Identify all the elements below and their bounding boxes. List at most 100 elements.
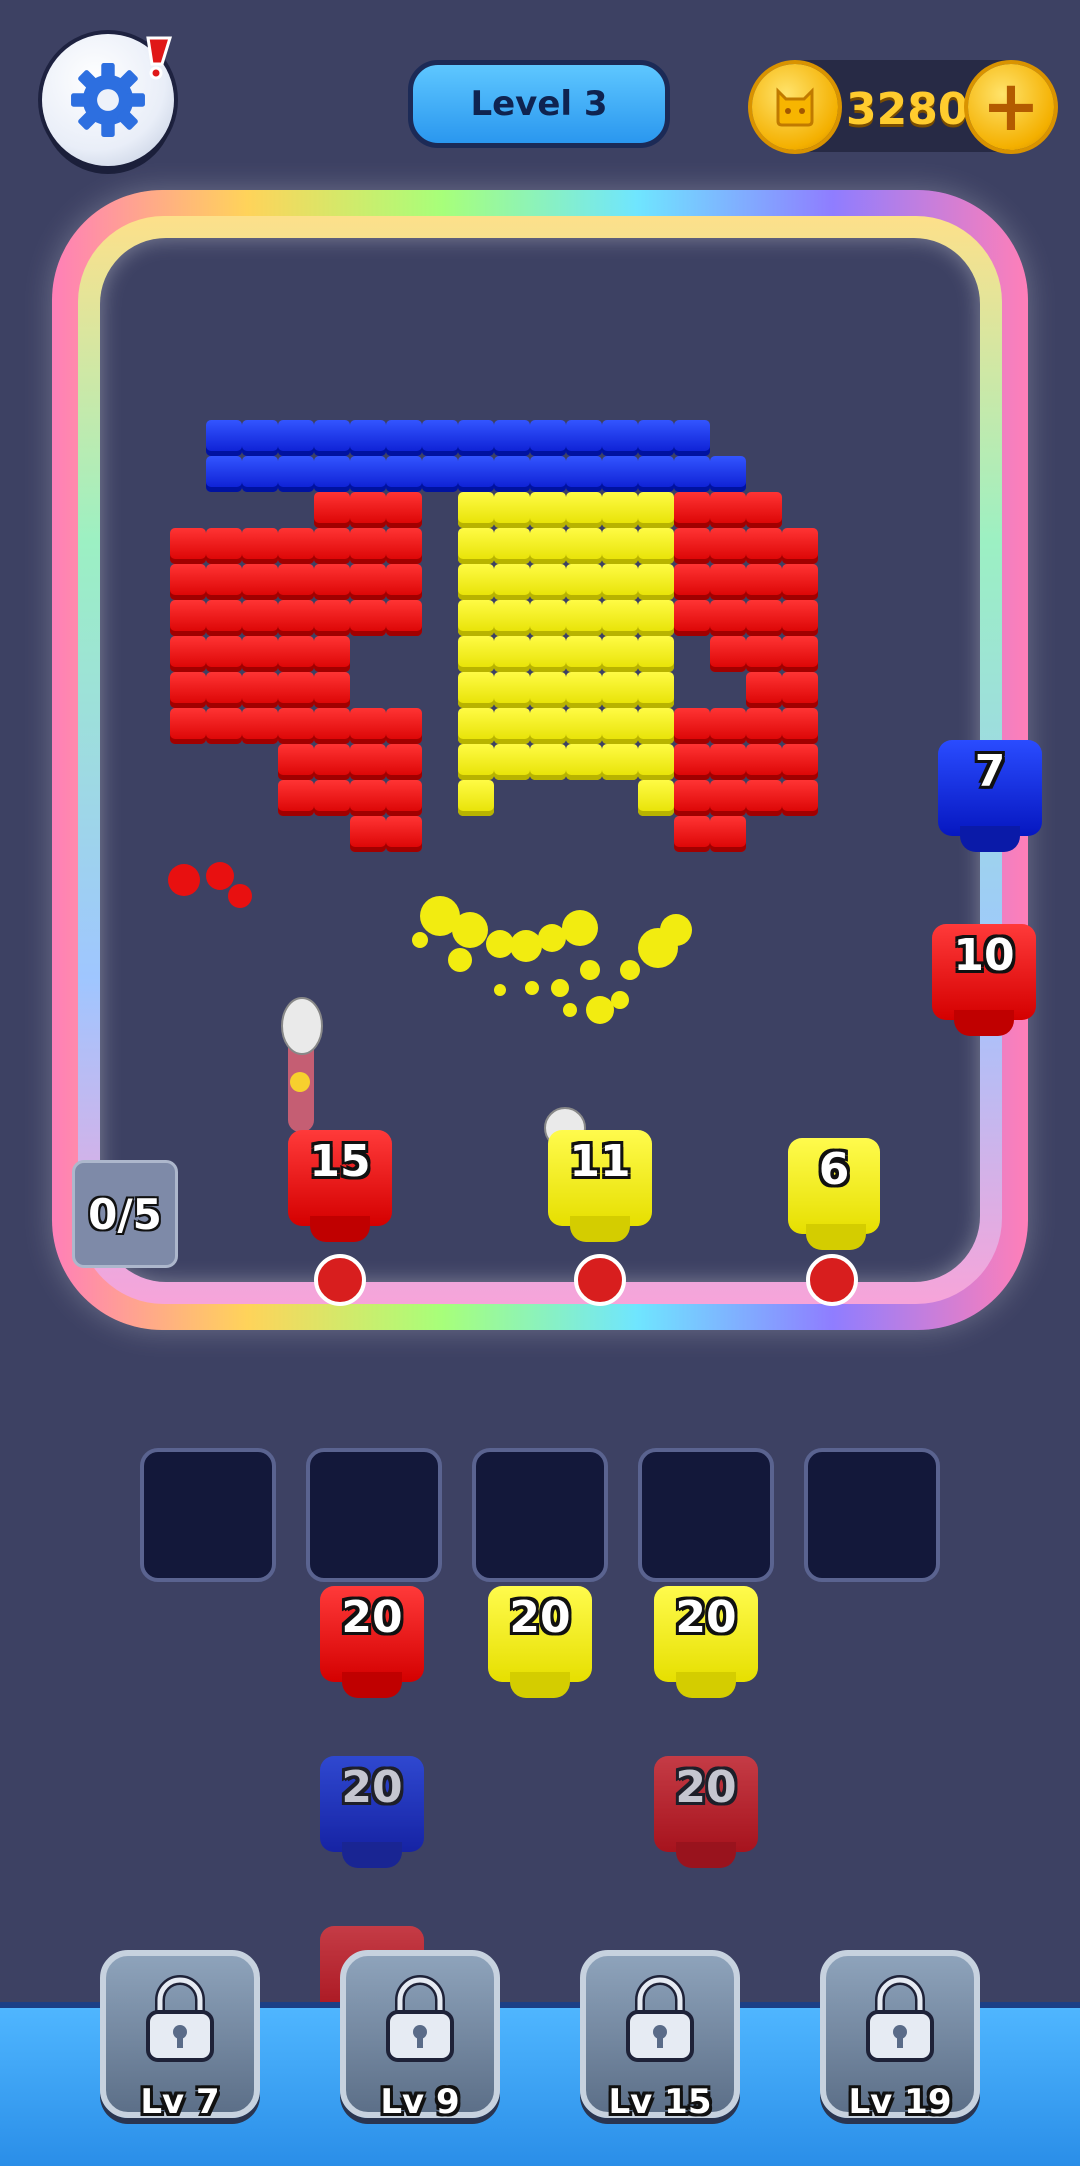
block-cell: [530, 492, 566, 528]
cannon-icon: [806, 1254, 858, 1306]
block-cell: [242, 708, 278, 744]
block-cell: [674, 456, 710, 492]
block-cell: [242, 636, 278, 672]
block-cell: [566, 600, 602, 636]
block-cell: [314, 708, 350, 744]
block-cell: [710, 708, 746, 744]
block-cell: [386, 744, 422, 780]
block-cell: [242, 456, 278, 492]
cannon-icon: [314, 1254, 366, 1306]
block-cell: [170, 672, 206, 708]
block-cell: [746, 744, 782, 780]
block-cell: [602, 600, 638, 636]
block-cell: [386, 528, 422, 564]
block-cell: [746, 636, 782, 672]
waiting-shooter[interactable]: 20: [488, 1586, 592, 1698]
track-shooter[interactable]: 15: [288, 1130, 392, 1242]
add-coins-button[interactable]: +: [968, 64, 1054, 150]
level-indicator: Level 3: [408, 60, 670, 148]
block-cell: [530, 636, 566, 672]
block-cell: [782, 600, 818, 636]
block-cell: [746, 708, 782, 744]
block-cell: [746, 564, 782, 600]
block-cell: [602, 672, 638, 708]
block-cell: [314, 492, 350, 528]
block-cell: [674, 600, 710, 636]
notification-badge: [140, 36, 176, 80]
block-cell: [494, 564, 530, 600]
shooter-ammo: 10: [953, 930, 1015, 981]
block-cell: [566, 528, 602, 564]
track-shooter[interactable]: 11: [548, 1130, 652, 1242]
block-cell: [782, 672, 818, 708]
block-cell: [458, 456, 494, 492]
block-cell: [170, 600, 206, 636]
lock-icon: [626, 1975, 694, 2062]
queue-slot[interactable]: [306, 1448, 442, 1582]
block-cell: [602, 708, 638, 744]
block-cell: [278, 420, 314, 456]
block-cell: [710, 636, 746, 672]
queue-slot[interactable]: [638, 1448, 774, 1582]
block-cell: [458, 780, 494, 816]
block-cell: [674, 528, 710, 564]
block-cell: [530, 708, 566, 744]
waiting-shooter[interactable]: 20: [654, 1586, 758, 1698]
block-cell: [566, 636, 602, 672]
block-cell: [278, 564, 314, 600]
block-cell: [746, 528, 782, 564]
block-cell: [242, 420, 278, 456]
queue-slot[interactable]: [140, 1448, 276, 1582]
block-cell: [242, 600, 278, 636]
block-cell: [170, 636, 206, 672]
shooter-ammo: 7: [974, 746, 1006, 797]
block-cell: [494, 420, 530, 456]
track-shooter[interactable]: 6: [788, 1138, 880, 1250]
lock-icon: [146, 1975, 214, 2062]
block-cell: [386, 492, 422, 528]
block-cell: [242, 564, 278, 600]
block-cell: [386, 564, 422, 600]
shooter-ammo: 20: [341, 1762, 403, 1813]
shooter-ammo: 15: [309, 1136, 371, 1187]
block-cell: [746, 600, 782, 636]
queue-slot[interactable]: [804, 1448, 940, 1582]
block-cell: [530, 528, 566, 564]
track-shooter[interactable]: 10: [932, 924, 1036, 1036]
block-cell: [278, 636, 314, 672]
block-cell: [242, 528, 278, 564]
block-cell: [494, 672, 530, 708]
coin-count: 3280: [846, 84, 969, 135]
block-cell: [314, 456, 350, 492]
block-cell: [674, 744, 710, 780]
block-cell: [638, 528, 674, 564]
block-cell: [602, 420, 638, 456]
gear-icon: [71, 63, 145, 137]
block-cell: [314, 564, 350, 600]
block-cell: [530, 744, 566, 780]
block-cell: [566, 672, 602, 708]
queue-slot[interactable]: [472, 1448, 608, 1582]
block-cell: [278, 456, 314, 492]
shooter-ammo: 20: [509, 1592, 571, 1643]
block-cell: [314, 420, 350, 456]
block-cell: [638, 420, 674, 456]
waiting-shooter[interactable]: 20: [320, 1586, 424, 1698]
block-cell: [206, 456, 242, 492]
block-cell: [458, 600, 494, 636]
block-cell: [782, 744, 818, 780]
block-cell: [458, 564, 494, 600]
block-cell: [350, 708, 386, 744]
block-cell: [638, 744, 674, 780]
block-cell: [530, 420, 566, 456]
block-cell: [386, 600, 422, 636]
block-cell: [170, 528, 206, 564]
block-cell: [710, 528, 746, 564]
block-cell: [602, 744, 638, 780]
block-cell: [458, 672, 494, 708]
block-cell: [494, 600, 530, 636]
block-cell: [638, 564, 674, 600]
block-cell: [314, 528, 350, 564]
track-shooter[interactable]: 7: [938, 740, 1042, 852]
block-cell: [566, 420, 602, 456]
